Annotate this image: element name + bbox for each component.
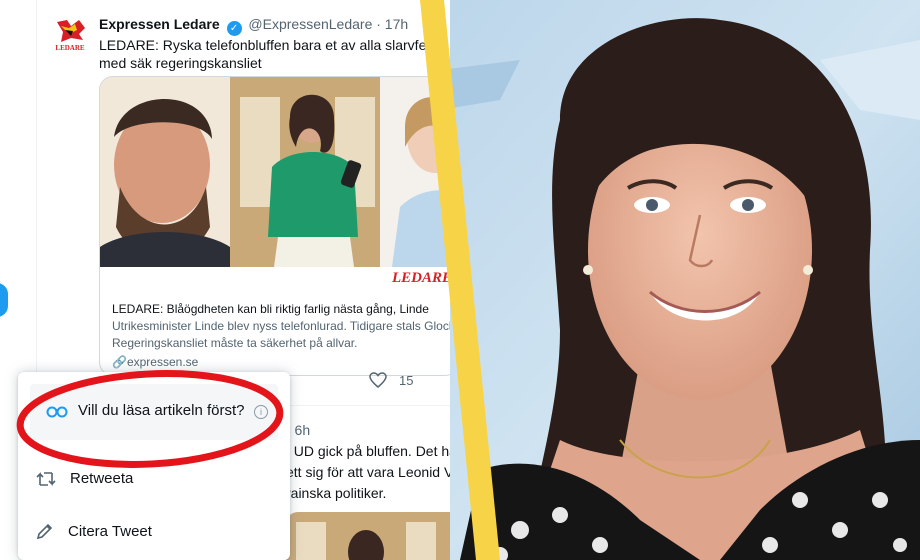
yellow-divider-stripe [420,0,500,560]
